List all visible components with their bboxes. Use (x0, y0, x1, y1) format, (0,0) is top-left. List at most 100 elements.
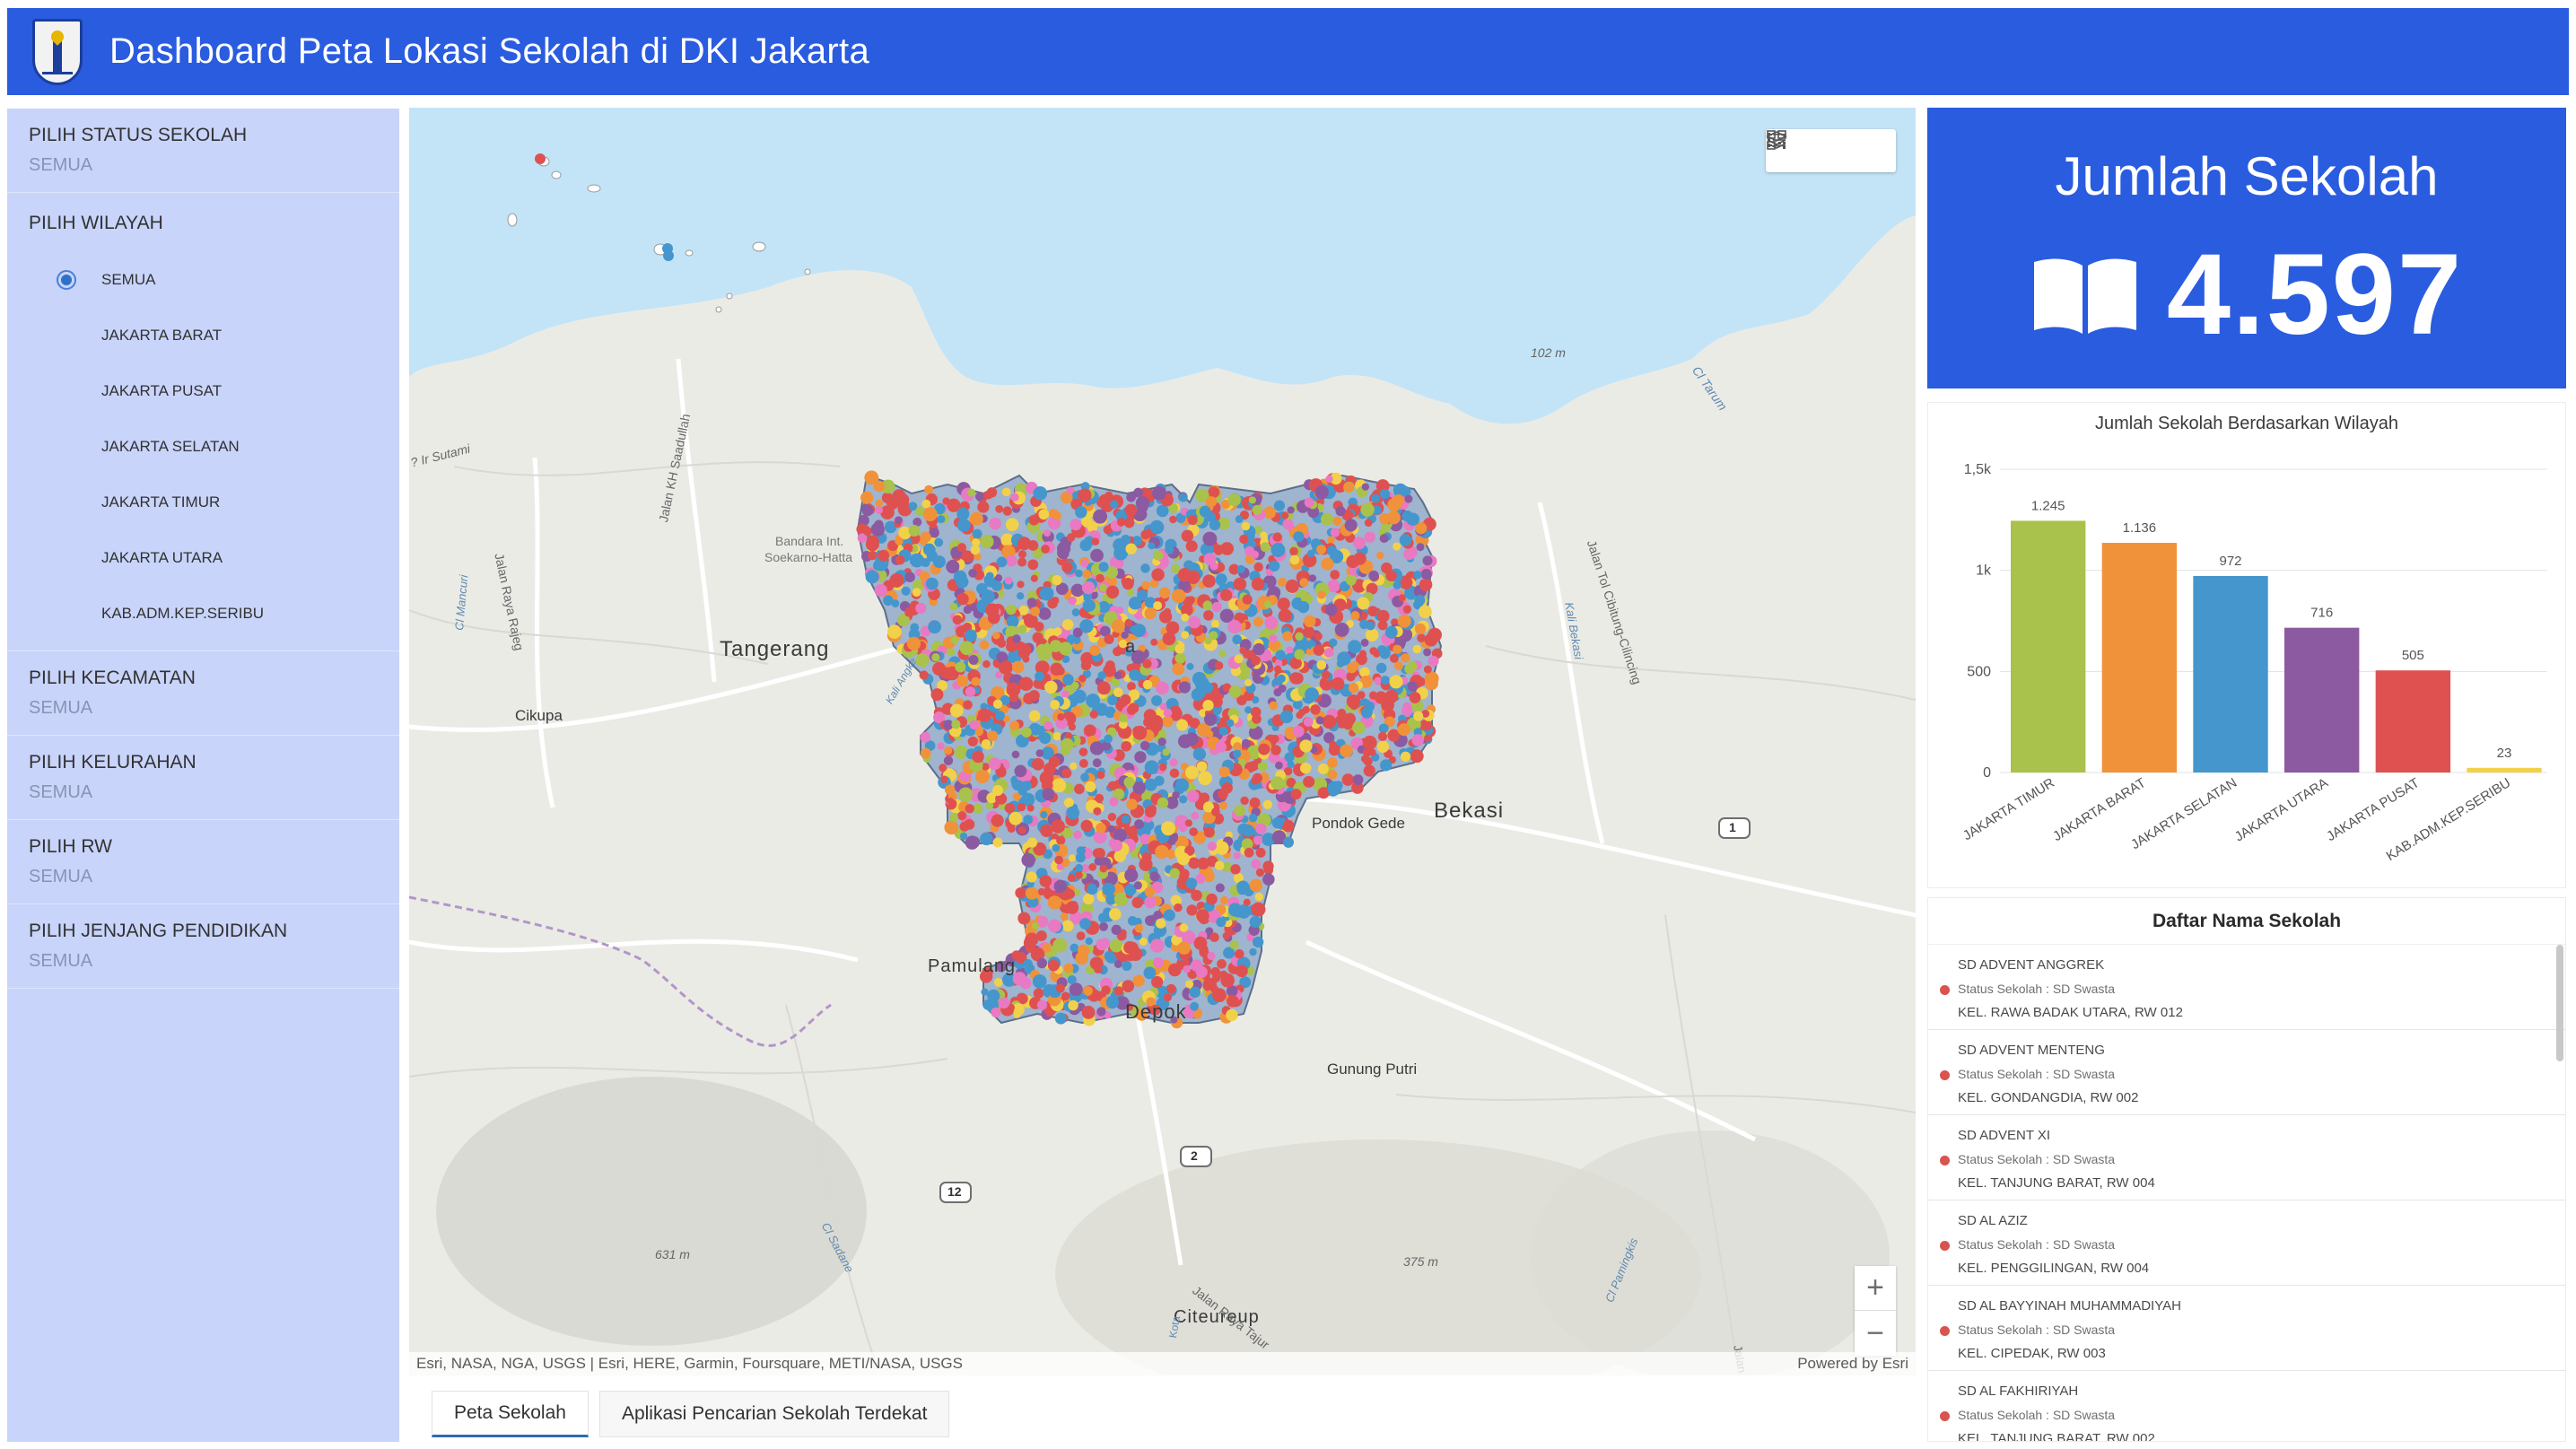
school-point[interactable] (1049, 640, 1062, 652)
school-point[interactable] (1081, 580, 1096, 595)
school-point[interactable] (1071, 608, 1080, 617)
school-point[interactable] (968, 569, 977, 578)
school-point[interactable] (1109, 938, 1123, 953)
school-point[interactable] (1410, 749, 1424, 764)
radio-icon[interactable] (57, 437, 76, 457)
school-point[interactable] (1411, 734, 1424, 746)
school-point[interactable] (1009, 811, 1023, 825)
school-point[interactable] (1242, 824, 1255, 837)
school-point[interactable] (1371, 493, 1380, 503)
school-point[interactable] (1149, 871, 1160, 882)
school-point[interactable] (1075, 871, 1083, 879)
school-point[interactable] (1075, 863, 1083, 872)
school-point[interactable] (857, 523, 866, 531)
school-point[interactable] (1005, 518, 1019, 531)
school-point[interactable] (1163, 909, 1175, 921)
school-point[interactable] (1227, 903, 1243, 917)
school-point[interactable] (1398, 594, 1406, 602)
school-point[interactable] (1302, 705, 1310, 714)
school-point[interactable] (1303, 717, 1314, 727)
school-point[interactable] (1151, 485, 1166, 501)
school-point[interactable] (1234, 948, 1244, 959)
school-point[interactable] (1124, 869, 1139, 883)
school-point[interactable] (1211, 807, 1220, 816)
school-point[interactable] (1236, 965, 1248, 978)
school-point[interactable] (996, 556, 1008, 568)
school-point[interactable] (1141, 851, 1152, 863)
school-point[interactable] (1206, 893, 1218, 905)
school-point[interactable] (1176, 719, 1189, 731)
school-point[interactable] (1048, 919, 1061, 933)
school-point[interactable] (1026, 837, 1038, 848)
school-point[interactable] (1073, 830, 1082, 840)
school-point[interactable] (1227, 995, 1239, 1008)
school-point[interactable] (973, 803, 983, 814)
school-point[interactable] (1056, 666, 1065, 676)
school-point[interactable] (1214, 860, 1225, 870)
school-point[interactable] (1248, 496, 1256, 504)
bar[interactable] (2011, 520, 2086, 773)
school-point[interactable] (1039, 875, 1052, 887)
school-point[interactable] (1057, 546, 1070, 560)
radio-icon[interactable] (57, 493, 76, 512)
school-point[interactable] (1308, 574, 1317, 582)
zoom-in-button[interactable]: + (1855, 1266, 1896, 1311)
school-point[interactable] (1315, 716, 1324, 725)
school-point[interactable] (1183, 965, 1192, 973)
school-point[interactable] (1219, 895, 1229, 905)
school-point[interactable] (1083, 724, 1096, 738)
school-point[interactable] (1377, 731, 1388, 741)
school-point[interactable] (943, 755, 954, 765)
school-point[interactable] (1140, 563, 1150, 573)
school-point[interactable] (1098, 562, 1109, 572)
school-point[interactable] (1322, 714, 1337, 729)
school-point[interactable] (1373, 650, 1381, 658)
school-point[interactable] (1051, 597, 1060, 605)
school-point[interactable] (1359, 619, 1369, 630)
school-point[interactable] (1329, 638, 1338, 647)
school-point[interactable] (965, 835, 980, 850)
school-point[interactable] (1152, 721, 1163, 732)
school-point[interactable] (1132, 781, 1146, 795)
school-point[interactable] (1207, 842, 1218, 851)
school-point[interactable] (1271, 543, 1286, 557)
school-point[interactable] (1232, 749, 1242, 758)
school-point[interactable] (1075, 569, 1083, 578)
school-point[interactable] (1293, 531, 1305, 543)
school-point[interactable] (1249, 947, 1257, 956)
school-point[interactable] (1177, 567, 1192, 582)
school-point[interactable] (1104, 734, 1113, 744)
school-point[interactable] (939, 764, 947, 773)
school-point[interactable] (1336, 659, 1345, 668)
school-point[interactable] (1023, 959, 1033, 969)
school-point[interactable] (1249, 915, 1262, 929)
school-point[interactable] (1384, 625, 1398, 639)
school-point[interactable] (1335, 506, 1346, 517)
school-point[interactable] (1317, 764, 1329, 775)
school-point[interactable] (1402, 705, 1413, 717)
school-point[interactable] (1401, 652, 1410, 663)
school-point[interactable] (1080, 773, 1089, 782)
school-point[interactable] (1027, 559, 1039, 571)
school-point[interactable] (963, 605, 973, 615)
school-point[interactable] (1215, 741, 1227, 753)
school-point[interactable] (880, 505, 895, 519)
school-point[interactable] (980, 535, 994, 549)
school-point[interactable] (1202, 531, 1218, 546)
school-point[interactable] (1320, 512, 1333, 526)
school-point[interactable] (1423, 581, 1431, 589)
school-point[interactable] (986, 487, 998, 498)
school-point[interactable] (1393, 644, 1402, 654)
bar[interactable] (2193, 575, 2268, 773)
school-point[interactable] (1277, 598, 1290, 611)
school-point[interactable] (1239, 534, 1249, 545)
school-point[interactable] (1140, 529, 1150, 540)
school-point[interactable] (1060, 912, 1069, 921)
school-point[interactable] (1295, 632, 1304, 641)
school-point[interactable] (1080, 819, 1093, 833)
school-point[interactable] (1423, 665, 1432, 674)
school-point[interactable] (1413, 570, 1422, 580)
school-point[interactable] (1150, 638, 1158, 646)
school-point[interactable] (1184, 732, 1199, 746)
school-point[interactable] (1189, 827, 1199, 836)
